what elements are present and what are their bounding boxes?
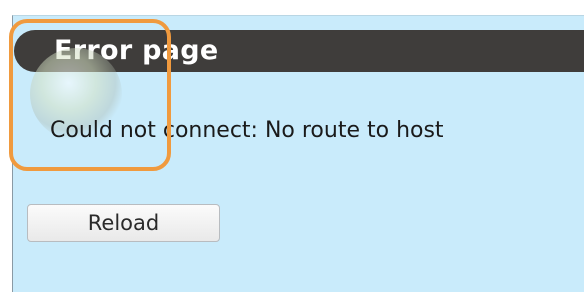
reload-button[interactable]: Reload [27, 204, 220, 242]
browser-window: Error page Could not connect: No route t… [0, 0, 584, 292]
error-message: Could not connect: No route to host [50, 118, 444, 143]
